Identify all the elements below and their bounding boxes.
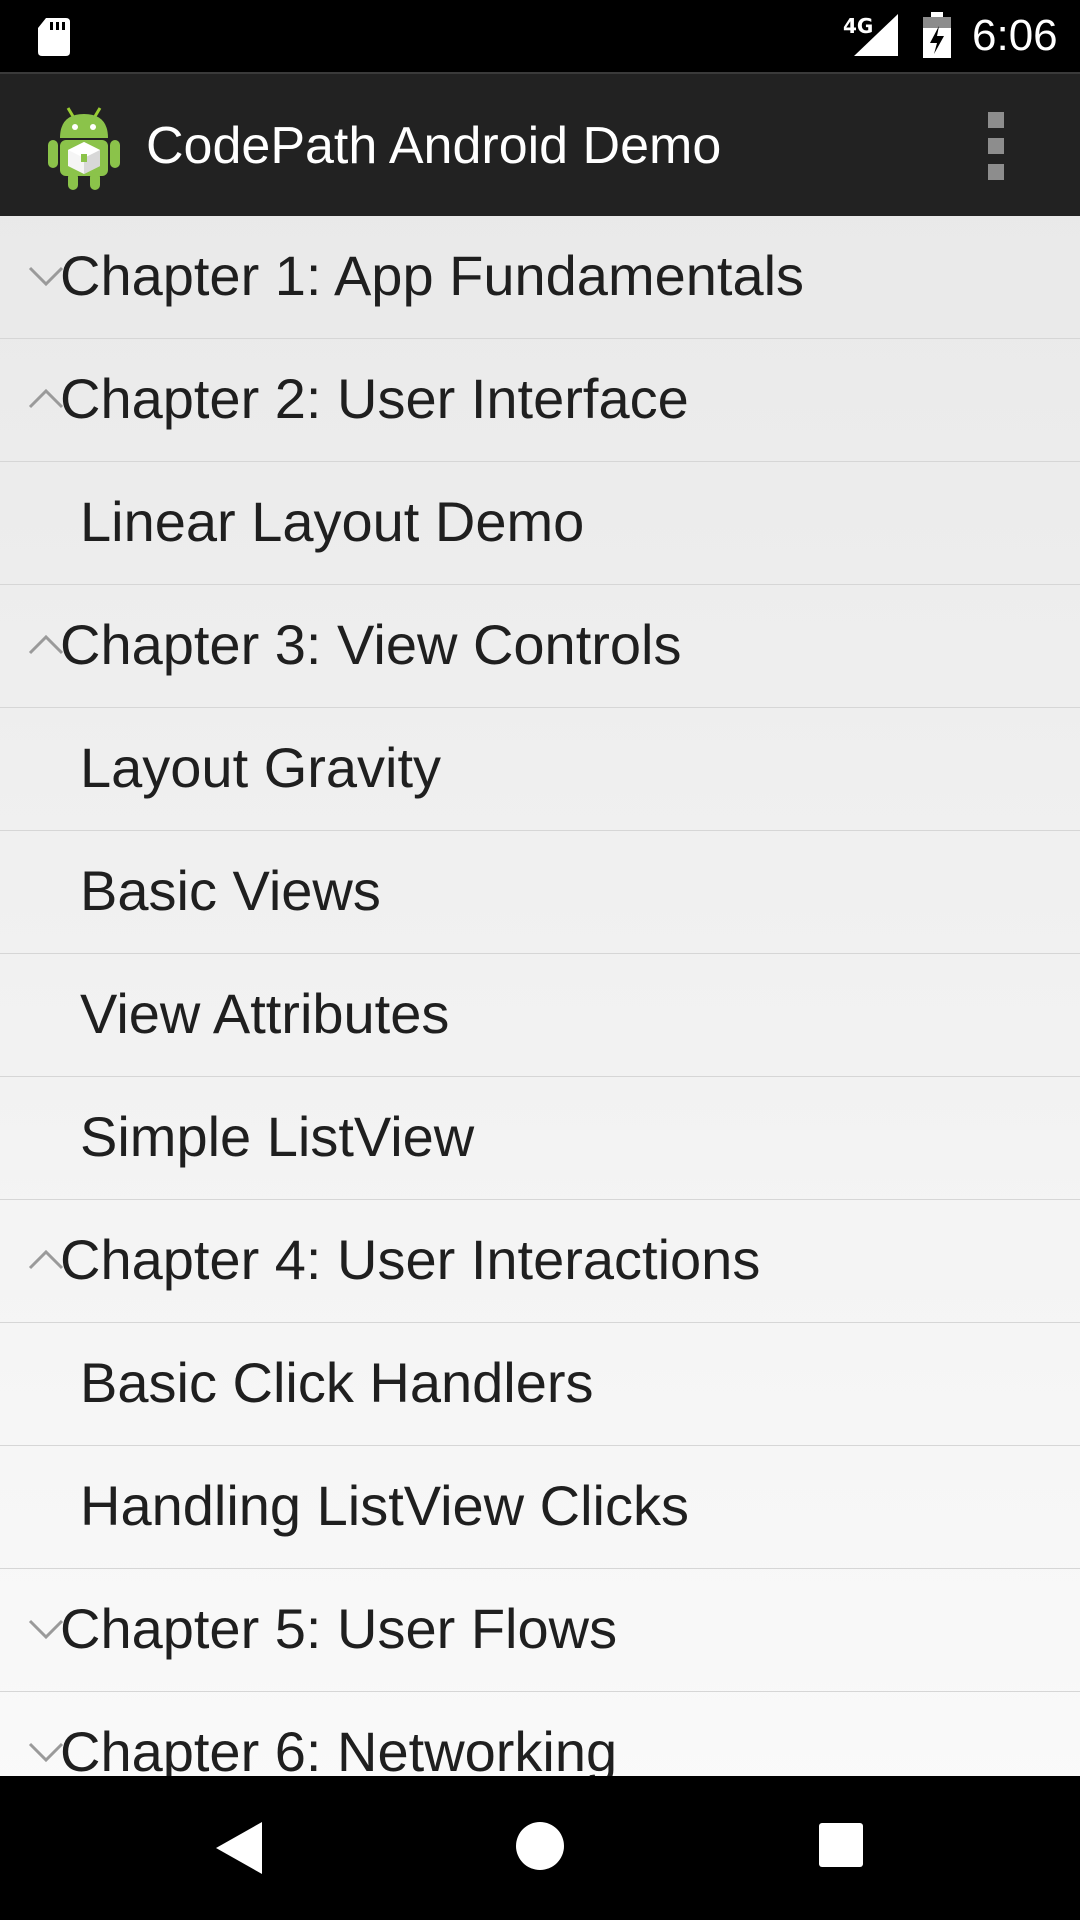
- chapter-group-row[interactable]: Chapter 2: User Interface: [0, 339, 1080, 462]
- app-title: CodePath Android Demo: [146, 117, 722, 175]
- home-icon[interactable]: [514, 1820, 566, 1872]
- signal-icon: [854, 14, 898, 56]
- chapter-group-label: Chapter 4: User Interactions: [60, 1228, 761, 1291]
- clock: 6:06: [972, 11, 1058, 60]
- chapter-item-row[interactable]: Layout Gravity: [0, 708, 1080, 831]
- chevron-down-icon: [28, 1619, 64, 1640]
- chapter-group-row[interactable]: Chapter 4: User Interactions: [0, 1200, 1080, 1323]
- navigation-bar: [0, 1776, 1080, 1920]
- chapter-group-label: Chapter 1: App Fundamentals: [60, 244, 805, 307]
- battery-charging-icon: [923, 12, 951, 58]
- chevron-down-icon: [28, 1742, 64, 1763]
- chapter-group-label: Chapter 6: Networking: [60, 1720, 618, 1776]
- android-app-icon: [48, 107, 120, 190]
- chapter-item-row[interactable]: Basic Views: [0, 831, 1080, 954]
- chapter-item-row[interactable]: Basic Click Handlers: [0, 1323, 1080, 1446]
- chapter-item-label: Handling ListView Clicks: [80, 1474, 689, 1537]
- chapter-item-row[interactable]: View Attributes: [0, 954, 1080, 1077]
- chapter-group-row[interactable]: Chapter 3: View Controls: [0, 585, 1080, 708]
- chapter-item-label: Linear Layout Demo: [80, 490, 585, 553]
- status-bar: 4G 6:06: [0, 0, 1080, 72]
- chapter-group-row[interactable]: Chapter 5: User Flows: [0, 1569, 1080, 1692]
- chapter-item-label: View Attributes: [80, 982, 450, 1045]
- chapter-item-label: Simple ListView: [80, 1105, 475, 1168]
- chapter-group-label: Chapter 3: View Controls: [60, 613, 682, 676]
- chevron-down-icon: [28, 266, 64, 287]
- chapter-item-label: Basic Views: [80, 859, 381, 922]
- chapter-item-row[interactable]: Linear Layout Demo: [0, 462, 1080, 585]
- chevron-up-icon: [28, 634, 64, 655]
- chapter-item-label: Basic Click Handlers: [80, 1351, 594, 1414]
- action-bar: CodePath Android Demo: [0, 72, 1080, 216]
- chevron-up-icon: [28, 388, 64, 409]
- screen: 4G 6:06 CodePath Android Demo Chapter 1:…: [0, 0, 1080, 1920]
- sd-card-icon: [38, 18, 70, 56]
- chapter-group-row[interactable]: Chapter 1: App Fundamentals: [0, 216, 1080, 339]
- chapter-group-row[interactable]: Chapter 6: Networking: [0, 1692, 1080, 1776]
- chapter-list[interactable]: Chapter 1: App Fundamentals Chapter 2: Us…: [0, 216, 1080, 1776]
- chapter-item-label: Layout Gravity: [80, 736, 442, 799]
- chapter-item-row[interactable]: Handling ListView Clicks: [0, 1446, 1080, 1569]
- chevron-up-icon: [28, 1249, 64, 1270]
- back-icon[interactable]: [214, 1820, 264, 1876]
- recents-icon[interactable]: [818, 1822, 864, 1868]
- chapter-item-row[interactable]: Simple ListView: [0, 1077, 1080, 1200]
- chapter-group-label: Chapter 5: User Flows: [60, 1597, 618, 1660]
- overflow-menu-icon[interactable]: [976, 112, 1016, 180]
- chapter-group-label: Chapter 2: User Interface: [60, 367, 689, 430]
